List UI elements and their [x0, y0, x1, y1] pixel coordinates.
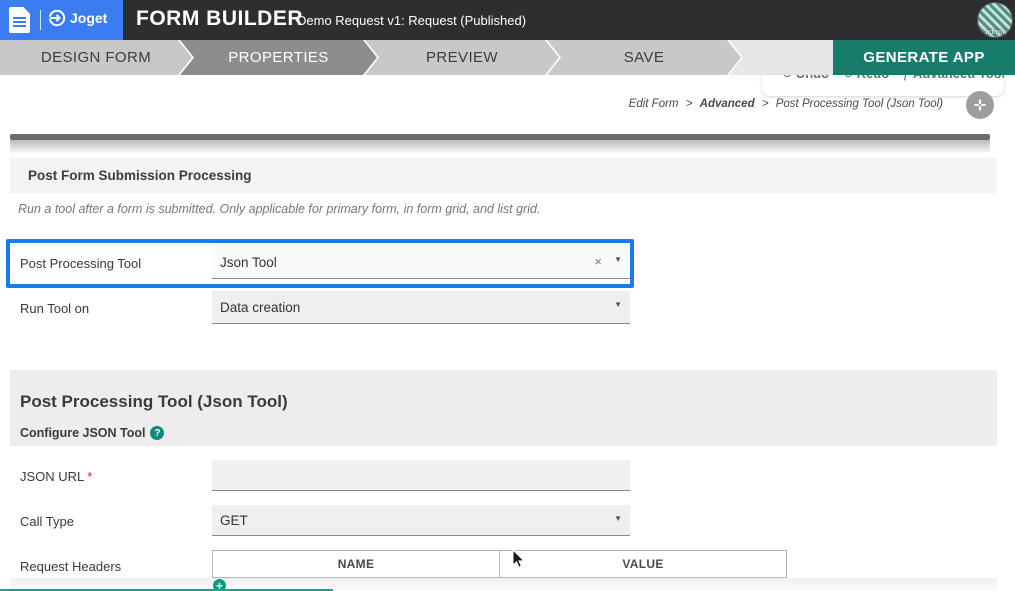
post-processing-tool-label: Post Processing Tool: [20, 256, 142, 271]
undo-button[interactable]: Undo: [796, 75, 829, 81]
redo-button[interactable]: Redo: [857, 75, 890, 81]
generate-app-button[interactable]: GENERATE APP: [833, 40, 1015, 75]
page-title: FORM BUILDER: [136, 7, 303, 30]
chevron-down-icon[interactable]: ▼: [614, 514, 622, 523]
run-tool-on-label: Run Tool on: [20, 301, 90, 316]
breadcrumb-separator: >: [761, 98, 769, 110]
add-plus-button[interactable]: [966, 91, 994, 119]
document-icon: [9, 7, 30, 33]
post-processing-tool-select[interactable]: Json Tool × ▼: [212, 246, 630, 279]
tab-design-form-label: DESIGN FORM: [40, 49, 152, 66]
tab-preview[interactable]: PREVIEW: [365, 40, 559, 75]
breadcrumb: Edit Form > Advanced > Post Processing T…: [629, 98, 943, 110]
mouse-cursor: [510, 548, 528, 569]
logo-block[interactable]: Joget: [0, 0, 123, 40]
redo-icon: ↻: [843, 75, 854, 81]
divider: [40, 10, 41, 30]
call-type-value: GET: [220, 512, 248, 528]
section-header-post-form-submission: Post Form Submission Processing: [10, 158, 997, 193]
tab-design-form[interactable]: DESIGN FORM: [0, 40, 192, 75]
section-description: Run a tool after a form is submitted. On…: [18, 202, 541, 216]
clear-selection-icon[interactable]: ×: [594, 254, 602, 269]
request-headers-label: Request Headers: [20, 559, 122, 574]
joget-brand-text: Joget: [70, 10, 108, 26]
function-icon: ƒ: [903, 75, 910, 81]
plus-icon: [974, 99, 986, 111]
post-processing-tool-value: Json Tool: [220, 254, 277, 270]
form-builder-screen: Joget FORM BUILDER Demo Request v1: Requ…: [0, 0, 1015, 591]
section-title: Post Form Submission Processing: [28, 168, 252, 183]
floating-toolbar-clipped[interactable]: ↺Undo ↻Redo ƒAdvanced Tools: [762, 75, 1004, 96]
page-subtitle: Demo Request v1: Request (Published): [297, 13, 527, 28]
chevron-down-icon[interactable]: ▼: [614, 300, 622, 309]
panel-top-shadow: [10, 140, 990, 154]
top-bar: Joget FORM BUILDER Demo Request v1: Requ…: [0, 0, 1015, 40]
tab-save-label: SAVE: [623, 49, 665, 66]
section-header-tool-config: Post Processing Tool (Json Tool) Configu…: [10, 370, 997, 446]
tool-config-subtitle: Configure JSON Tool: [20, 426, 146, 440]
tab-save[interactable]: SAVE: [547, 40, 741, 75]
breadcrumb-separator: >: [685, 98, 693, 110]
json-url-input[interactable]: [212, 460, 630, 491]
undo-icon: ↺: [782, 75, 793, 81]
chevron-down-icon[interactable]: ▼: [614, 255, 622, 264]
tab-properties-label: PROPERTIES: [228, 49, 329, 66]
json-url-label: JSON URL *: [20, 469, 92, 484]
advanced-tools-button[interactable]: Advanced Tools: [913, 75, 1004, 81]
help-icon[interactable]: ?: [150, 426, 165, 440]
call-type-select[interactable]: GET ▼: [212, 505, 630, 536]
call-type-label: Call Type: [20, 514, 74, 529]
step-nav: DESIGN FORM PROPERTIES PREVIEW SAVE GENE…: [0, 40, 1015, 75]
tab-properties[interactable]: PROPERTIES: [180, 40, 377, 75]
joget-logo-icon: [48, 9, 66, 27]
avatar-label: admin: [985, 29, 1005, 36]
breadcrumb-current: Post Processing Tool (Json Tool): [775, 98, 943, 110]
json-url-label-text: JSON URL: [20, 469, 85, 484]
breadcrumb-edit-form[interactable]: Edit Form: [629, 98, 679, 110]
run-tool-on-select[interactable]: Data creation ▼: [212, 291, 630, 324]
run-tool-on-value: Data creation: [220, 299, 301, 315]
column-header-value: VALUE: [499, 551, 786, 577]
tab-preview-label: PREVIEW: [426, 49, 498, 66]
tool-config-subtitle-row: Configure JSON Tool ?: [20, 426, 165, 440]
column-header-name: NAME: [337, 557, 375, 571]
required-asterisk: *: [87, 469, 93, 484]
breadcrumb-advanced[interactable]: Advanced: [700, 98, 755, 110]
generate-app-label: GENERATE APP: [863, 49, 985, 66]
nav-spacer: [729, 40, 833, 75]
avatar[interactable]: admin: [977, 2, 1013, 38]
joget-logo[interactable]: Joget: [48, 9, 107, 27]
request-headers-table: NAME VALUE: [212, 550, 787, 578]
tool-config-title: Post Processing Tool (Json Tool): [20, 392, 288, 411]
